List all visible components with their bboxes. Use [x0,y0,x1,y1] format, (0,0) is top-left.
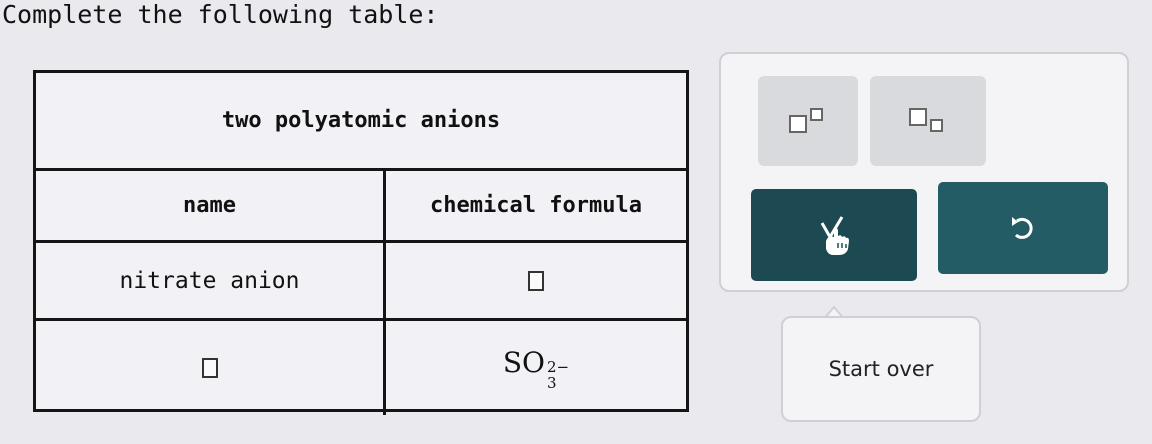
superscript-button[interactable] [758,76,858,166]
formula-cell [386,243,686,318]
table-row: SO 2− 3 [36,321,686,415]
question-prompt: Complete the following table: [2,0,439,29]
formula-base: SO [502,345,545,379]
undo-button[interactable] [938,182,1108,274]
answer-tools-panel [719,52,1129,292]
superscript-box-icon [789,108,823,133]
name-cell [36,321,386,415]
formula-superscript: 2− [547,357,570,376]
formula-answer-input[interactable] [528,270,544,291]
formula-cell: SO 2− 3 [386,321,686,415]
sulfite-formula: SO 2− 3 [503,346,569,391]
table-title: two polyatomic anions [221,108,501,133]
name-answer-input[interactable] [201,358,218,378]
anions-table: two polyatomic anions name chemical form… [33,70,689,415]
formula-subscript: 3 [547,373,557,392]
start-over-button[interactable]: Start over [781,316,981,422]
check-button[interactable] [751,189,917,281]
undo-icon [1012,217,1033,239]
check-hand-icon [820,216,849,255]
subscript-button[interactable] [870,76,986,166]
name-cell: nitrate anion [36,243,386,318]
table-title-row: two polyatomic anions [36,73,686,171]
header-name: name [36,171,386,240]
table-header-row: name chemical formula [36,171,686,243]
table-row: nitrate anion [36,243,686,321]
header-chemical-formula: chemical formula [430,193,642,218]
subscript-box-icon [909,108,943,132]
